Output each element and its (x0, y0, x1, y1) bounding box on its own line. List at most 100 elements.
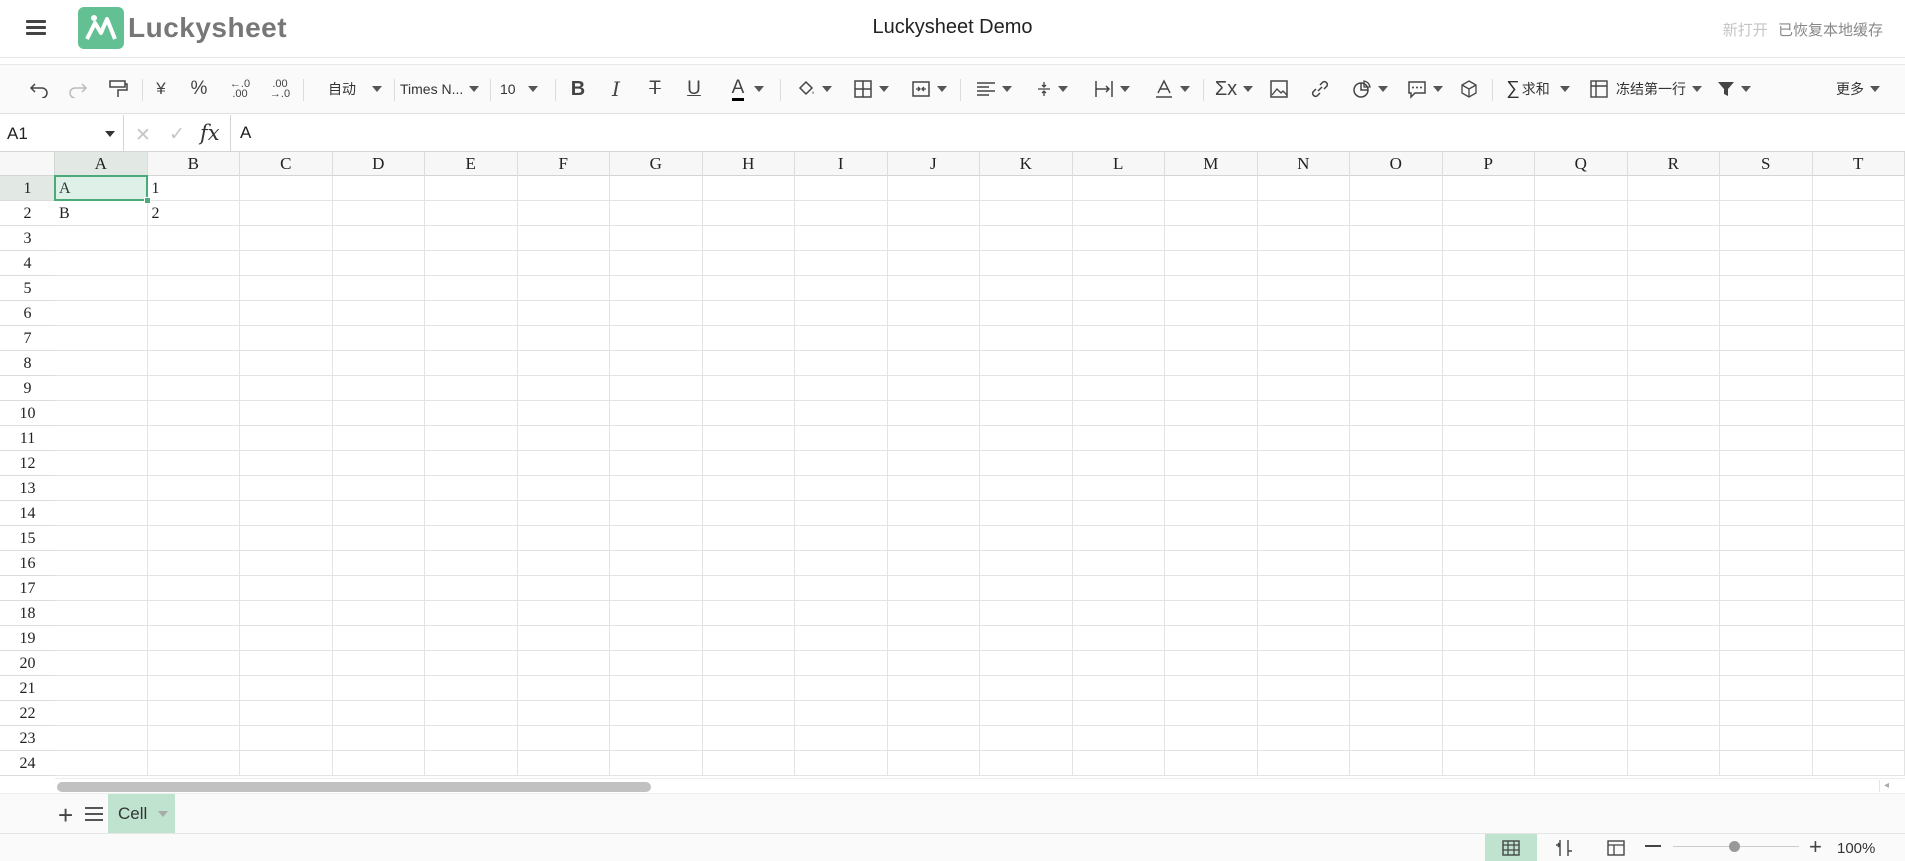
row-header-19[interactable]: 19 (0, 626, 55, 651)
fill-color-dropdown[interactable] (790, 74, 838, 104)
sheet-tab-active[interactable]: Cell (108, 794, 175, 834)
row-header-5[interactable]: 5 (0, 276, 55, 301)
column-header-t[interactable]: T (1813, 152, 1905, 176)
column-header-p[interactable]: P (1443, 152, 1535, 176)
text-color-dropdown[interactable]: A (724, 74, 772, 104)
merge-cells-dropdown[interactable] (905, 74, 953, 104)
horizontal-align-dropdown[interactable] (970, 74, 1018, 104)
chevron-down-icon[interactable] (105, 131, 115, 137)
redo-icon[interactable] (65, 74, 91, 104)
formula-input[interactable]: A (240, 123, 251, 143)
column-header-o[interactable]: O (1350, 152, 1443, 176)
fill-handle[interactable] (143, 197, 151, 204)
pivot-table-icon[interactable] (1456, 74, 1482, 104)
row-header-12[interactable]: 12 (0, 451, 55, 476)
sheet-grid[interactable]: ABCDEFGHIJKLMNOPQRST 1 2 3 4 5 6 7 8 9 10 11 12 13 14… (0, 152, 1905, 776)
row-header-24[interactable]: 24 (0, 751, 55, 776)
zoom-in-icon[interactable]: + (1809, 836, 1822, 858)
column-header-r[interactable]: R (1628, 152, 1720, 176)
page-break-view-icon[interactable] (1538, 834, 1590, 861)
page-layout-view-icon[interactable] (1590, 834, 1642, 861)
row-header-6[interactable]: 6 (0, 301, 55, 326)
column-header-q[interactable]: Q (1535, 152, 1628, 176)
bold-icon[interactable]: B (566, 74, 590, 104)
font-family-dropdown[interactable]: Times N... (400, 74, 486, 104)
row-header-9[interactable]: 9 (0, 376, 55, 401)
row-header-21[interactable]: 21 (0, 676, 55, 701)
row-header-15[interactable]: 15 (0, 526, 55, 551)
text-rotate-dropdown[interactable] (1148, 74, 1196, 104)
filter-dropdown[interactable] (1712, 74, 1756, 104)
freeze-dropdown[interactable]: 冻结第一行 (1590, 74, 1702, 104)
confirm-edit-icon[interactable]: ✓ (169, 123, 185, 146)
zoom-slider-handle[interactable] (1729, 841, 1740, 852)
normal-view-icon[interactable] (1485, 834, 1537, 861)
increase-decimal-icon[interactable]: .00 →.0 (268, 74, 292, 104)
zoom-level[interactable]: 100% (1837, 840, 1875, 857)
chart-dropdown[interactable] (1346, 74, 1394, 104)
name-box[interactable]: A1 (0, 115, 124, 152)
text-wrap-dropdown[interactable]: 自动 (322, 74, 388, 104)
cell-b1[interactable]: 1 (148, 176, 241, 201)
scroll-left-icon[interactable]: ◂ (1879, 780, 1893, 792)
menu-icon[interactable] (26, 17, 46, 37)
add-sheet-icon[interactable]: + (58, 800, 73, 831)
column-header-e[interactable]: E (425, 152, 518, 176)
select-all-corner[interactable] (0, 152, 55, 176)
row-header-8[interactable]: 8 (0, 351, 55, 376)
undo-icon[interactable] (26, 74, 52, 104)
row-header-7[interactable]: 7 (0, 326, 55, 351)
format-painter-icon[interactable] (106, 74, 130, 104)
column-header-d[interactable]: D (333, 152, 425, 176)
column-header-g[interactable]: G (610, 152, 703, 176)
cells-area[interactable]: A1B2 (54, 175, 1905, 776)
border-dropdown[interactable] (847, 74, 895, 104)
link-icon[interactable] (1307, 74, 1333, 104)
column-header-m[interactable]: M (1165, 152, 1258, 176)
column-header-b[interactable]: B (148, 152, 240, 176)
row-header-16[interactable]: 16 (0, 551, 55, 576)
row-header-1[interactable]: 1 (0, 176, 55, 201)
column-header-l[interactable]: L (1073, 152, 1165, 176)
column-header-j[interactable]: J (888, 152, 980, 176)
row-header-14[interactable]: 14 (0, 501, 55, 526)
horizontal-scrollbar[interactable]: ◂ (55, 778, 1905, 792)
font-size-dropdown[interactable]: 10 (500, 74, 548, 104)
column-header-f[interactable]: F (518, 152, 610, 176)
column-header-n[interactable]: N (1258, 152, 1350, 176)
row-header-4[interactable]: 4 (0, 251, 55, 276)
comment-dropdown[interactable] (1401, 74, 1449, 104)
vertical-align-dropdown[interactable] (1028, 74, 1076, 104)
sum-dropdown[interactable]: ∑ 求和 (1502, 74, 1574, 104)
currency-icon[interactable]: ¥ (150, 74, 172, 104)
strikethrough-icon[interactable]: T (643, 74, 667, 104)
row-header-2[interactable]: 2 (0, 201, 55, 226)
italic-icon[interactable]: I (604, 74, 628, 104)
row-header-3[interactable]: 3 (0, 226, 55, 251)
row-header-23[interactable]: 23 (0, 726, 55, 751)
decrease-decimal-icon[interactable]: ←.0.00 (228, 74, 252, 104)
row-header-11[interactable]: 11 (0, 426, 55, 451)
document-title[interactable]: Luckysheet Demo (872, 16, 1032, 38)
row-header-10[interactable]: 10 (0, 401, 55, 426)
function-dropdown[interactable]: Σx (1210, 74, 1258, 104)
row-header-13[interactable]: 13 (0, 476, 55, 501)
sheet-menu-chevron-icon[interactable] (158, 811, 168, 817)
more-dropdown[interactable]: 更多 (1832, 74, 1884, 104)
column-header-k[interactable]: K (980, 152, 1073, 176)
zoom-out-icon[interactable] (1645, 845, 1661, 847)
cancel-edit-icon[interactable]: ✕ (135, 124, 151, 147)
underline-icon[interactable]: U (682, 74, 706, 104)
row-header-17[interactable]: 17 (0, 576, 55, 601)
sheet-list-icon[interactable] (85, 803, 103, 825)
column-header-a[interactable]: A (55, 152, 148, 176)
image-icon[interactable] (1266, 74, 1292, 104)
column-header-h[interactable]: H (703, 152, 795, 176)
cell-b2[interactable]: 2 (148, 201, 241, 226)
fx-icon[interactable]: fx (200, 121, 220, 145)
text-overflow-dropdown[interactable] (1088, 74, 1136, 104)
column-header-c[interactable]: C (240, 152, 333, 176)
percent-icon[interactable]: % (187, 74, 211, 104)
cell-a2[interactable]: B (55, 201, 148, 226)
column-header-s[interactable]: S (1720, 152, 1813, 176)
